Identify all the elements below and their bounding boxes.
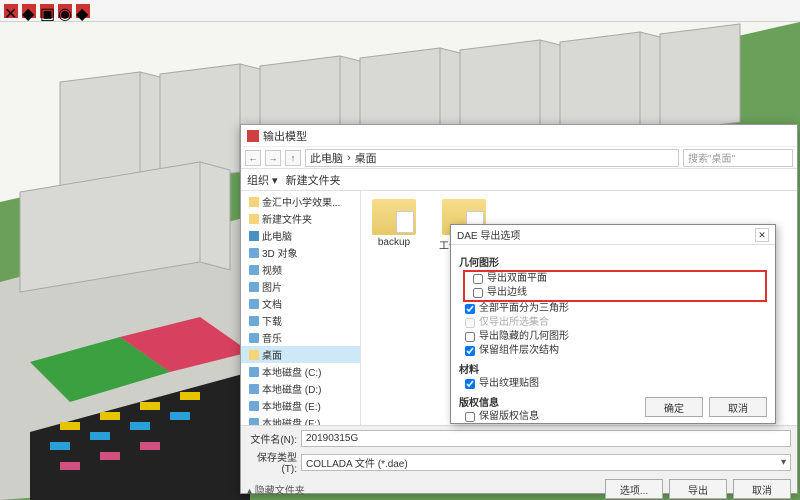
tree-item[interactable]: 3D 对象 bbox=[241, 244, 360, 261]
organize-menu[interactable]: 组织 ▾ bbox=[247, 172, 278, 188]
folder-icon bbox=[249, 197, 259, 207]
tree-item[interactable]: 新建文件夹 bbox=[241, 210, 360, 227]
pc-icon bbox=[249, 231, 259, 241]
tool-icon[interactable]: ◉ bbox=[58, 4, 72, 18]
tree-item[interactable]: 视频 bbox=[241, 261, 360, 278]
highlighted-options: 导出双面平面 导出边线 bbox=[463, 270, 767, 302]
tree-item[interactable]: 本地磁盘 (F:) bbox=[241, 414, 360, 425]
tool-icon[interactable]: ✕ bbox=[4, 4, 18, 18]
back-button[interactable]: ← bbox=[245, 150, 261, 166]
check-texture[interactable] bbox=[465, 379, 475, 389]
file-item[interactable]: backup bbox=[369, 199, 419, 248]
folder-icon bbox=[249, 350, 259, 360]
search-input[interactable]: 搜索"桌面" bbox=[683, 149, 793, 167]
tree-item[interactable]: 金汇中小学效果... bbox=[241, 193, 360, 210]
close-icon[interactable]: ✕ bbox=[755, 228, 769, 242]
tool-icon[interactable]: ◆ bbox=[22, 4, 36, 18]
check-hidden bbox=[465, 318, 475, 328]
options-titlebar[interactable]: DAE 导出选项 ✕ bbox=[451, 225, 775, 245]
folder-icon bbox=[249, 214, 259, 224]
disk-icon bbox=[249, 367, 259, 377]
tree-item[interactable]: 文档 bbox=[241, 295, 360, 312]
filetype-select[interactable]: COLLADA 文件 (*.dae) bbox=[301, 454, 791, 471]
new-folder-button[interactable]: 新建文件夹 bbox=[286, 172, 341, 188]
check-edges[interactable] bbox=[473, 288, 483, 298]
main-toolbar: ✕ ◆ ▣ ◉ ◆ bbox=[0, 0, 800, 22]
disk-icon bbox=[249, 299, 259, 309]
up-button[interactable]: ↑ bbox=[285, 150, 301, 166]
tree-item[interactable]: 下载 bbox=[241, 312, 360, 329]
breadcrumb[interactable]: 此电脑 › 桌面 bbox=[305, 149, 679, 167]
tree-item[interactable]: 本地磁盘 (D:) bbox=[241, 380, 360, 397]
cancel-button[interactable]: 取消 bbox=[733, 479, 791, 499]
check-credits[interactable] bbox=[465, 412, 475, 422]
filename-input[interactable]: 20190315G bbox=[301, 430, 791, 447]
options-title: DAE 导出选项 bbox=[457, 227, 520, 242]
forward-button[interactable]: → bbox=[265, 150, 281, 166]
tool-icon[interactable]: ▣ bbox=[40, 4, 54, 18]
export-button[interactable]: 导出 bbox=[669, 479, 727, 499]
dae-options-dialog: DAE 导出选项 ✕ 几何图形 导出双面平面 导出边线 全部平面分为三角形 仅导… bbox=[450, 224, 776, 424]
check-hierarchy1[interactable] bbox=[465, 332, 475, 342]
disk-icon bbox=[249, 418, 259, 426]
command-bar: 组织 ▾ 新建文件夹 bbox=[241, 169, 797, 191]
tree-item[interactable]: 本地磁盘 (C:) bbox=[241, 363, 360, 380]
tree-item[interactable]: 本地磁盘 (E:) bbox=[241, 397, 360, 414]
disk-icon bbox=[249, 282, 259, 292]
disk-icon bbox=[249, 265, 259, 275]
disk-icon bbox=[249, 384, 259, 394]
filetype-label: 保存类型(T): bbox=[247, 449, 297, 475]
app-icon bbox=[247, 130, 259, 142]
folder-tree[interactable]: 金汇中小学效果...新建文件夹此电脑3D 对象视频图片文档下载音乐桌面本地磁盘 … bbox=[241, 191, 361, 425]
cancel-button[interactable]: 取消 bbox=[709, 397, 767, 417]
dialog-title: 输出模型 bbox=[263, 128, 307, 144]
tree-item[interactable]: 音乐 bbox=[241, 329, 360, 346]
nav-bar: ← → ↑ 此电脑 › 桌面 搜索"桌面" bbox=[241, 147, 797, 169]
tool-icon[interactable]: ◆ bbox=[76, 4, 90, 18]
dialog-footer: 文件名(N): 20190315G 保存类型(T): COLLADA 文件 (*… bbox=[241, 425, 797, 493]
options-button[interactable]: 选项... bbox=[605, 479, 663, 499]
tree-item[interactable]: 桌面 bbox=[241, 346, 360, 363]
check-two-sided[interactable] bbox=[473, 274, 483, 284]
tree-item[interactable]: 图片 bbox=[241, 278, 360, 295]
ok-button[interactable]: 确定 bbox=[645, 397, 703, 417]
filename-label: 文件名(N): bbox=[247, 431, 297, 446]
check-triangulate[interactable] bbox=[465, 304, 475, 314]
disk-icon bbox=[249, 316, 259, 326]
folder-icon bbox=[372, 199, 416, 235]
breadcrumb-part[interactable]: 此电脑 bbox=[310, 150, 343, 166]
dialog-titlebar[interactable]: 输出模型 bbox=[241, 125, 797, 147]
check-hierarchy2[interactable] bbox=[465, 346, 475, 356]
disk-icon bbox=[249, 333, 259, 343]
disk-icon bbox=[249, 401, 259, 411]
tree-item[interactable]: 此电脑 bbox=[241, 227, 360, 244]
hide-folders-toggle[interactable]: ▴ 隐藏文件夹 bbox=[247, 482, 305, 497]
section-geometry: 几何图形 bbox=[459, 254, 767, 269]
breadcrumb-part[interactable]: 桌面 bbox=[355, 150, 377, 166]
disk-icon bbox=[249, 248, 259, 258]
section-material: 材料 bbox=[459, 361, 767, 376]
